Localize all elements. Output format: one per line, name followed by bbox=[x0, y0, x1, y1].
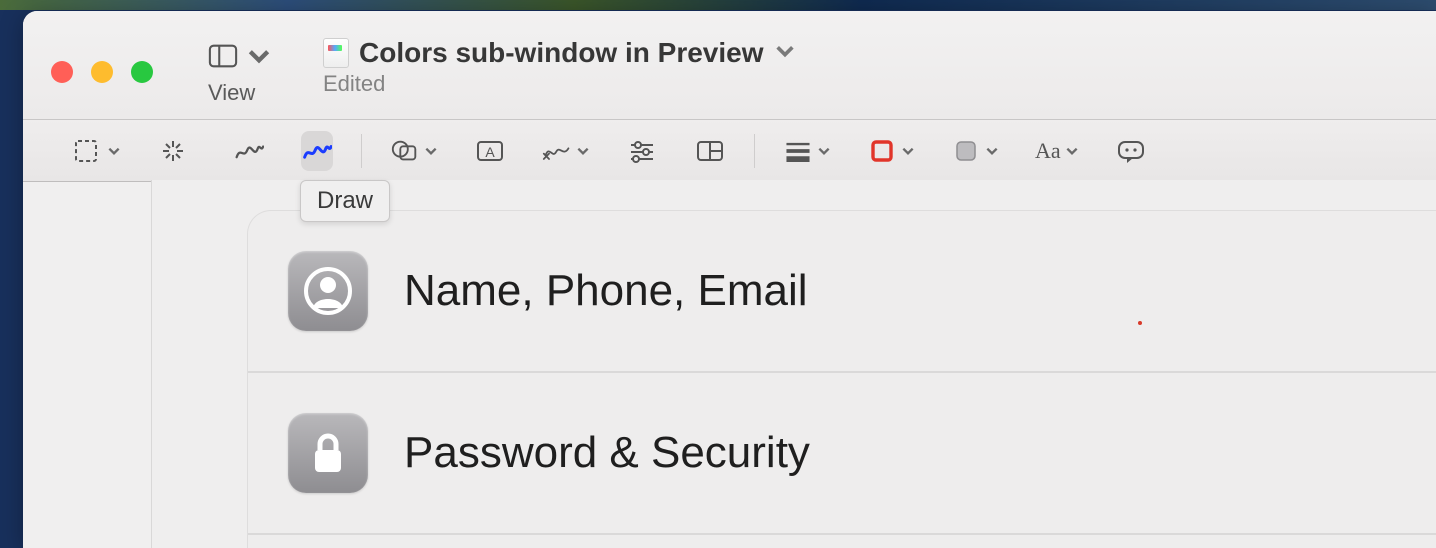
annotation-mark bbox=[1138, 321, 1142, 325]
sidebar-icon bbox=[208, 43, 238, 74]
close-button[interactable] bbox=[51, 61, 73, 83]
title-group: Colors sub-window in Preview Edited bbox=[323, 37, 796, 97]
window-title[interactable]: Colors sub-window in Preview bbox=[359, 37, 764, 69]
window-titlebar: View Colors sub-window in Preview Edited bbox=[23, 11, 1436, 120]
view-menu[interactable]: View bbox=[208, 43, 274, 106]
font-icon: Aa bbox=[1035, 138, 1061, 164]
toolbar-separator bbox=[754, 134, 755, 168]
tooltip-draw: Draw bbox=[300, 180, 390, 222]
view-label: View bbox=[208, 80, 274, 106]
annotate-tool[interactable] bbox=[1115, 131, 1147, 171]
line-style-tool[interactable] bbox=[783, 131, 831, 171]
settings-row-name-phone-email: Name, Phone, Email bbox=[248, 211, 1436, 373]
adjust-color-tool[interactable] bbox=[626, 131, 658, 171]
row-label: Password & Security bbox=[404, 428, 810, 478]
font-style-tool[interactable]: Aa bbox=[1035, 131, 1079, 171]
selection-tool[interactable] bbox=[73, 131, 121, 171]
adjust-size-tool[interactable] bbox=[694, 131, 726, 171]
settings-panel-image: Name, Phone, Email Password & Security bbox=[247, 210, 1436, 548]
document-canvas[interactable]: Name, Phone, Email Password & Security bbox=[151, 180, 1436, 548]
document-icon bbox=[323, 38, 349, 68]
desktop-background bbox=[0, 0, 1436, 10]
window-controls bbox=[51, 61, 153, 83]
document-status: Edited bbox=[323, 71, 796, 97]
toolbar-separator bbox=[361, 134, 362, 168]
instant-alpha-tool[interactable] bbox=[157, 131, 189, 171]
minimize-button[interactable] bbox=[91, 61, 113, 83]
maximize-button[interactable] bbox=[131, 61, 153, 83]
shapes-tool[interactable] bbox=[390, 131, 438, 171]
fill-color-tool[interactable] bbox=[951, 131, 999, 171]
text-tool[interactable]: A bbox=[474, 131, 506, 171]
settings-row-password-security: Password & Security bbox=[248, 373, 1436, 535]
preview-window: View Colors sub-window in Preview Edited bbox=[23, 11, 1436, 548]
lock-icon bbox=[288, 413, 368, 493]
svg-text:A: A bbox=[485, 144, 495, 160]
sketch-tool[interactable] bbox=[233, 131, 265, 171]
person-icon bbox=[288, 251, 368, 331]
markup-toolbar: A bbox=[23, 120, 1436, 182]
sign-tool[interactable] bbox=[542, 131, 590, 171]
title-chevron-icon[interactable] bbox=[774, 40, 796, 67]
tooltip-label: Draw bbox=[317, 187, 373, 214]
draw-tool[interactable] bbox=[301, 131, 333, 171]
row-label: Name, Phone, Email bbox=[404, 266, 808, 316]
chevron-down-icon bbox=[244, 43, 274, 74]
border-color-tool[interactable] bbox=[867, 131, 915, 171]
